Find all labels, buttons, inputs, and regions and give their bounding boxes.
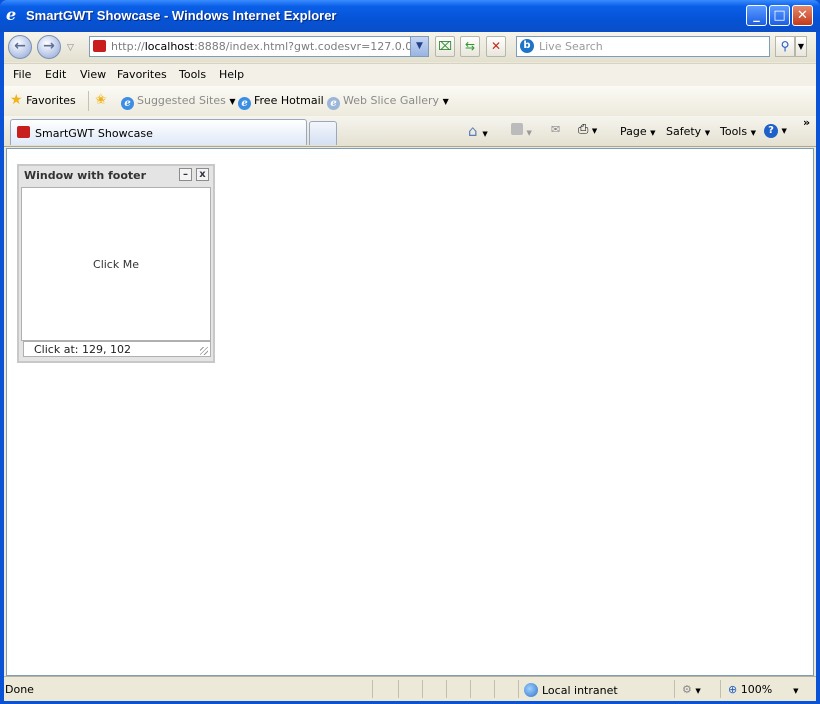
refresh-button[interactable]: ⇆ (460, 36, 480, 57)
gwt-close-button[interactable]: x (196, 168, 209, 181)
more-commands-button[interactable]: » (803, 116, 810, 129)
gwt-window-body[interactable]: Click Me (21, 187, 211, 341)
mail-icon: ✉ (551, 123, 561, 136)
back-button[interactable]: ← (8, 35, 32, 59)
window-title: SmartGWT Showcase - Windows Internet Exp… (26, 8, 337, 23)
feeds-button[interactable]: ▼ (511, 123, 532, 138)
status-text: Done (5, 683, 34, 696)
status-divider (674, 680, 675, 698)
tools-menu[interactable]: Tools ▼ (720, 125, 756, 138)
history-dropdown[interactable]: ▽ (67, 43, 74, 53)
status-divider (398, 680, 399, 698)
gwt-window-header[interactable]: Window with footer – x (19, 166, 213, 187)
menu-help[interactable]: Help (219, 68, 244, 81)
gwt-window: Window with footer – x Click Me Click at… (17, 164, 215, 363)
page-menu[interactable]: Page ▼ (620, 125, 656, 138)
ie-window: e SmartGWT Showcase - Windows Internet E… (0, 0, 820, 704)
close-button[interactable]: ✕ (792, 5, 813, 26)
ie-page-icon: e (121, 97, 134, 110)
separator (88, 91, 89, 111)
help-icon: ? (764, 124, 778, 138)
forward-icon: → (43, 38, 55, 54)
search-button[interactable]: ⚲ (775, 36, 795, 57)
click-me-label[interactable]: Click Me (22, 258, 210, 271)
address-row: ← → ▽ http://localhost:8888/index.html?g… (4, 32, 816, 62)
status-bar: Done Local intranet ⚙ ▼ ⊕ 100% ▼ (4, 676, 816, 701)
print-icon: ⎙ (578, 122, 589, 137)
print-button[interactable]: ⎙ ▼ (578, 122, 597, 137)
address-dropdown-button[interactable]: ▼ (410, 37, 428, 56)
read-mail-button[interactable]: ✉ (551, 123, 560, 136)
refresh-icon: ⇆ (464, 39, 476, 53)
ie-page-icon: e (327, 97, 340, 110)
add-favorite-button[interactable]: ✬ (95, 92, 107, 108)
status-divider (372, 680, 373, 698)
free-hotmail-link[interactable]: e Free Hotmail (238, 94, 324, 110)
tab-row: SmartGWT Showcase ⌂ ▼ ▼ ✉ ⎙ ▼ Page ▼ Saf… (4, 116, 816, 147)
status-divider (422, 680, 423, 698)
bing-icon: b (520, 39, 534, 53)
title-bar: e SmartGWT Showcase - Windows Internet E… (0, 0, 820, 32)
search-input[interactable]: b Live Search (516, 36, 770, 57)
help-button[interactable]: ? ▼ (764, 123, 787, 138)
gwt-minimize-button[interactable]: – (179, 168, 192, 181)
maximize-button[interactable]: □ (769, 5, 790, 26)
favicon-icon (93, 40, 106, 52)
safety-menu[interactable]: Safety ▼ (666, 125, 710, 138)
protected-mode-button[interactable]: ⚙ ▼ (682, 683, 701, 696)
favicon-icon (17, 126, 30, 138)
ie-page-icon: e (238, 97, 251, 110)
feeds-icon (511, 123, 523, 135)
address-bar[interactable]: http://localhost:8888/index.html?gwt.cod… (89, 36, 429, 57)
status-divider (518, 680, 519, 698)
home-button[interactable]: ⌂ ▼ (468, 122, 488, 140)
compatibility-icon: ⌧ (438, 39, 452, 53)
menu-file[interactable]: File (13, 68, 31, 81)
security-zone[interactable]: Local intranet (524, 683, 618, 697)
menu-view[interactable]: View (80, 68, 106, 81)
status-divider (470, 680, 471, 698)
status-divider (720, 680, 721, 698)
tab-smartgwt-showcase[interactable]: SmartGWT Showcase (10, 119, 307, 145)
status-divider (494, 680, 495, 698)
web-slice-gallery-link[interactable]: e Web Slice Gallery ▼ (327, 94, 449, 110)
search-options-dropdown[interactable]: ▼ (795, 36, 807, 57)
browser-chrome: ← → ▽ http://localhost:8888/index.html?g… (4, 32, 816, 701)
menu-favorites[interactable]: Favorites (117, 68, 167, 81)
page-content: Window with footer – x Click Me Click at… (6, 148, 814, 676)
url-text[interactable]: http://localhost:8888/index.html?gwt.cod… (111, 40, 411, 53)
forward-button[interactable]: → (37, 35, 61, 59)
search-placeholder: Live Search (539, 40, 603, 53)
click-coordinates-label: Click at: 129, 102 (34, 343, 131, 356)
search-icon: ⚲ (780, 39, 790, 53)
home-icon: ⌂ (468, 122, 478, 140)
add-favorite-icon: ✬ (95, 92, 107, 108)
status-divider (446, 680, 447, 698)
globe-icon (524, 683, 538, 697)
new-tab-button[interactable] (309, 121, 337, 145)
gwt-window-footer: Click at: 129, 102 (23, 341, 211, 357)
menu-edit[interactable]: Edit (45, 68, 66, 81)
back-icon: ← (14, 38, 26, 54)
menu-bar: File Edit View Favorites Tools Help (4, 63, 816, 87)
stop-icon: ✕ (490, 39, 502, 53)
resize-grip-icon[interactable] (200, 347, 208, 355)
protected-mode-icon: ⚙ (682, 683, 692, 696)
menu-tools[interactable]: Tools (179, 68, 206, 81)
tab-label: SmartGWT Showcase (35, 127, 153, 140)
favorites-button[interactable]: ★ Favorites (10, 92, 76, 108)
zoom-icon: ⊕ (728, 683, 738, 696)
compatibility-view-button[interactable]: ⌧ (435, 36, 455, 57)
suggested-sites-link[interactable]: e Suggested Sites ▼ (121, 94, 235, 110)
gwt-window-title: Window with footer (24, 169, 147, 182)
favorites-bar: ★ Favorites ✬ e Suggested Sites ▼ e Free H… (4, 86, 816, 116)
zoom-button[interactable]: ⊕ 100% ▼ (728, 683, 799, 696)
minimize-button[interactable]: _ (746, 5, 767, 26)
star-icon: ★ (10, 92, 23, 108)
ie-icon: e (6, 5, 17, 24)
stop-button[interactable]: ✕ (486, 36, 506, 57)
